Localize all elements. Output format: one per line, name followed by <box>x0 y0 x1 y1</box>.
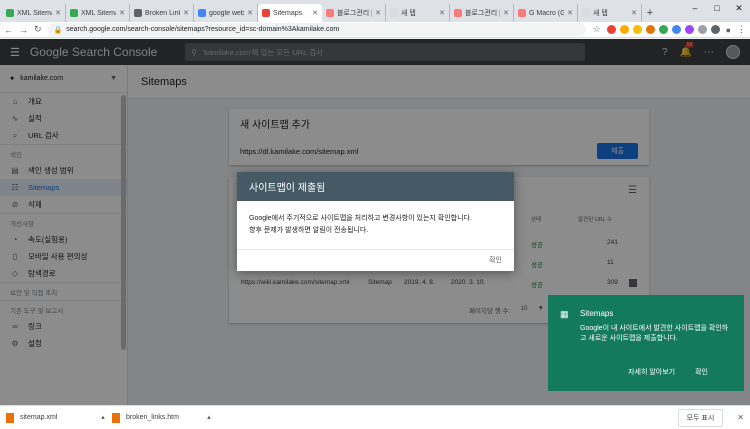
favicon-icon <box>134 9 142 17</box>
download-item[interactable]: broken_links.htm ▲ <box>112 409 212 427</box>
extension-icon[interactable] <box>710 25 720 34</box>
favicon-icon <box>454 9 462 17</box>
file-icon <box>112 412 120 423</box>
browser-tab[interactable]: 블로그관리 | ✕ <box>322 4 386 22</box>
download-filename: sitemap.xml <box>20 414 58 421</box>
url-text: search.google.com/search-console/sitemap… <box>66 26 340 33</box>
window-controls: – □ ✕ <box>684 0 750 16</box>
forward-icon[interactable]: → <box>19 25 28 35</box>
browser-tab[interactable]: google webm✕ <box>194 4 258 22</box>
tab-strip: XML Sitemap✕XML Sitemap✕Broken Links✕goo… <box>0 0 750 22</box>
browser-tab[interactable]: Sitemaps ✕ <box>258 4 322 22</box>
extension-icon[interactable] <box>645 25 655 34</box>
favicon-icon <box>518 9 526 17</box>
browser-tab[interactable]: 블로그관리 | ✕ <box>450 4 514 22</box>
confirm-button[interactable]: 확인 <box>489 255 502 265</box>
extension-icon[interactable] <box>671 25 681 34</box>
browser-tab[interactable]: 새 탭 ✕ <box>578 4 642 22</box>
dialog-title: 사이트맵이 제출됨 <box>237 172 514 201</box>
maximize-icon[interactable]: □ <box>706 0 728 16</box>
toast-ok-button[interactable]: 확인 <box>695 367 708 377</box>
close-tab-icon[interactable]: ✕ <box>247 9 253 17</box>
download-bar: sitemap.xml ▲ broken_links.htm ▲ 모두 표시 ✕ <box>0 405 750 429</box>
lock-icon: 🔒 <box>53 26 63 34</box>
close-tab-icon[interactable]: ✕ <box>312 9 318 17</box>
extension-icon[interactable] <box>697 25 707 34</box>
profile-avatar-icon[interactable]: ● <box>726 25 731 35</box>
sitemaps-tip-toast: ▦ Sitemaps Google이 내 사이트에서 발견한 사이트맵을 확인하… <box>548 295 744 391</box>
close-tab-icon[interactable]: ✕ <box>55 9 61 17</box>
close-window-icon[interactable]: ✕ <box>728 0 750 16</box>
close-tab-icon[interactable]: ✕ <box>119 9 125 17</box>
browser-tab[interactable]: G Macro (Gif)✕ <box>514 4 578 22</box>
download-item[interactable]: sitemap.xml ▲ <box>6 409 106 427</box>
new-tab-button[interactable]: + <box>642 4 658 22</box>
extensions <box>606 25 720 34</box>
dialog-body-line1: Google에서 주기적으로 사이트맵을 처리하고 변경사항이 있는지 확인합니… <box>249 215 472 222</box>
chevron-down-icon[interactable]: ▲ <box>100 415 106 421</box>
favicon-icon <box>582 9 590 17</box>
extension-icon[interactable] <box>619 25 629 34</box>
favicon-icon <box>326 9 334 17</box>
favicon-icon <box>390 9 398 17</box>
extension-icon[interactable] <box>658 25 668 34</box>
tab-label: XML Sitemap <box>81 9 116 17</box>
dialog-body-line2: 향후 문제가 발생하면 알림이 전송됩니다. <box>249 227 369 234</box>
favicon-icon <box>6 9 14 17</box>
extension-icon[interactable] <box>632 25 642 34</box>
close-tab-icon[interactable]: ✕ <box>183 9 189 17</box>
close-icon[interactable]: ✕ <box>737 413 744 422</box>
toast-body: Google이 내 사이트에서 발견한 사이트맵을 확인하고 새로운 사이트맵을… <box>580 325 729 342</box>
sitemap-submitted-dialog: 사이트맵이 제출됨 Google에서 주기적으로 사이트맵을 처리하고 변경사항… <box>237 172 514 271</box>
tab-label: G Macro (Gif) <box>529 9 564 17</box>
browser-menu-icon[interactable]: ⋮ <box>737 24 746 35</box>
extension-icon[interactable] <box>684 25 694 34</box>
toast-title: Sitemaps <box>580 309 614 318</box>
close-tab-icon[interactable]: ✕ <box>567 9 573 17</box>
browser-tab[interactable]: Broken Links✕ <box>130 4 194 22</box>
browser-tab[interactable]: XML Sitemap✕ <box>2 4 66 22</box>
tab-label: 블로그관리 | <box>465 10 501 17</box>
tab-label: 새 탭 <box>593 10 608 17</box>
bookmark-star-icon[interactable]: ☆ <box>592 24 600 35</box>
back-icon[interactable]: ← <box>4 25 13 35</box>
sitemap-icon: ▦ <box>560 309 569 319</box>
tab-label: Sitemaps <box>273 9 303 17</box>
tab-label: google webm <box>209 9 244 17</box>
close-tab-icon[interactable]: ✕ <box>439 9 445 17</box>
tab-label: Broken Links <box>145 9 180 17</box>
file-icon <box>6 412 14 423</box>
close-tab-icon[interactable]: ✕ <box>375 9 381 17</box>
minimize-icon[interactable]: – <box>684 0 706 16</box>
favicon-icon <box>70 9 78 17</box>
favicon-icon <box>198 9 206 17</box>
download-filename: broken_links.htm <box>126 414 179 421</box>
show-all-downloads-button[interactable]: 모두 표시 <box>677 408 724 427</box>
tab-label: XML Sitemap <box>17 9 52 17</box>
browser-tab[interactable]: XML Sitemap✕ <box>66 4 130 22</box>
address-bar: ← → ↻ 🔒 search.google.com/search-console… <box>0 22 750 38</box>
extension-icon[interactable] <box>606 25 616 34</box>
dialog-divider <box>237 249 514 250</box>
close-tab-icon[interactable]: ✕ <box>503 9 509 17</box>
browser-tab[interactable]: 새 탭 ✕ <box>386 4 450 22</box>
tab-label: 블로그관리 | <box>337 10 373 17</box>
favicon-icon <box>262 9 270 17</box>
chevron-down-icon[interactable]: ▲ <box>206 415 212 421</box>
learn-more-link[interactable]: 자세히 알아보기 <box>628 367 675 377</box>
close-tab-icon[interactable]: ✕ <box>631 9 637 17</box>
reload-icon[interactable]: ↻ <box>34 24 42 35</box>
tab-label: 새 탭 <box>401 10 416 17</box>
url-field[interactable]: 🔒 search.google.com/search-console/sitem… <box>47 23 587 36</box>
